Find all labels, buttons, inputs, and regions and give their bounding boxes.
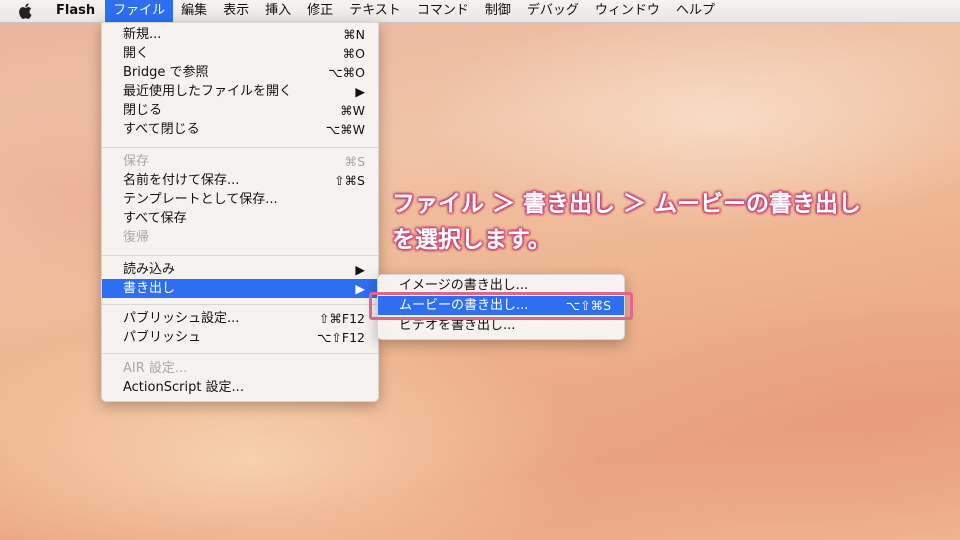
- menu-item-publish-settings[interactable]: パブリッシュ設定... ⇧⌘F12: [102, 309, 378, 328]
- shortcut: ⌘W: [340, 103, 365, 118]
- menu-help[interactable]: ヘルプ: [668, 0, 723, 22]
- menu-item-open-recent[interactable]: 最近使用したファイルを開く ▶: [102, 82, 378, 101]
- menu-edit[interactable]: 編集: [173, 0, 215, 22]
- shortcut: ⌥⌘O: [328, 65, 365, 80]
- menu-item-label: 新規...: [123, 27, 162, 42]
- menu-item-save: 保存 ⌘S: [102, 152, 378, 171]
- menu-item-air-settings: AIR 設定...: [102, 359, 378, 378]
- menu-separator: [102, 304, 378, 305]
- menu-file[interactable]: ファイル: [105, 0, 174, 22]
- menu-item-label: 名前を付けて保存...: [123, 173, 240, 188]
- shortcut: ⌘S: [344, 154, 365, 169]
- menu-item-label: Bridge で参照: [123, 65, 209, 80]
- menu-item-new[interactable]: 新規... ⌘N: [102, 25, 378, 44]
- menu-item-revert: 復帰: [102, 228, 378, 247]
- menu-item-browse-bridge[interactable]: Bridge で参照 ⌥⌘O: [102, 63, 378, 82]
- menu-control[interactable]: 制御: [477, 0, 519, 22]
- menu-item-close-all[interactable]: すべて閉じる ⌥⌘W: [102, 120, 378, 139]
- menu-insert[interactable]: 挿入: [257, 0, 299, 22]
- menu-view[interactable]: 表示: [215, 0, 257, 22]
- menu-bar: Flash ファイル 編集 表示 挿入 修正 テキスト コマンド 制御 デバッグ…: [0, 0, 960, 23]
- shortcut: ⌘O: [342, 46, 365, 61]
- instruction-caption-line2: を選択します。: [392, 227, 551, 253]
- menu-item-close[interactable]: 閉じる ⌘W: [102, 101, 378, 120]
- menu-separator: [102, 147, 378, 148]
- menu-item-publish[interactable]: パブリッシュ ⌥⇧F12: [102, 328, 378, 347]
- menu-item-actionscript-settings[interactable]: ActionScript 設定...: [102, 378, 378, 397]
- shortcut: ⌥⇧F12: [317, 330, 365, 345]
- menu-separator: [102, 255, 378, 256]
- menu-commands[interactable]: コマンド: [409, 0, 477, 22]
- file-menu: 新規... ⌘N 開く ⌘O Bridge で参照 ⌥⌘O 最近使用したファイルを開く…: [101, 22, 379, 402]
- menu-item-save-all[interactable]: すべて保存: [102, 209, 378, 228]
- shortcut: ⇧⌘S: [334, 173, 365, 188]
- menu-window[interactable]: ウィンドウ: [587, 0, 668, 22]
- shortcut: ⇧⌘F12: [318, 311, 365, 326]
- highlight-callout-box: [369, 292, 633, 320]
- menu-item-label: 保存: [123, 154, 150, 169]
- menu-item-label: 書き出し: [123, 281, 176, 296]
- menu-item-label: パブリッシュ: [123, 330, 202, 345]
- menu-item-label: すべて閉じる: [123, 122, 200, 137]
- submenu-arrow-icon: ▶: [355, 84, 365, 99]
- instruction-caption-line1: ファイル ＞ 書き出し ＞ ムービーの書き出し: [392, 191, 862, 217]
- menu-debug[interactable]: デバッグ: [519, 0, 587, 22]
- shortcut: ⌥⌘W: [325, 122, 365, 137]
- menu-item-label: AIR 設定...: [123, 361, 188, 376]
- menu-item-label: すべて保存: [123, 211, 187, 226]
- menu-item-label: 読み込み: [123, 262, 176, 277]
- menu-modify[interactable]: 修正: [299, 0, 341, 22]
- menu-item-label: パブリッシュ設定...: [123, 311, 240, 326]
- menu-item-save-as-template[interactable]: テンプレートとして保存...: [102, 190, 378, 209]
- menu-separator: [102, 353, 378, 354]
- menu-item-label: 閉じる: [123, 103, 163, 118]
- menu-item-label: 復帰: [123, 230, 150, 245]
- shortcut: ⌘N: [343, 27, 365, 42]
- menu-item-label: 開く: [123, 46, 150, 61]
- submenu-arrow-icon: ▶: [355, 281, 365, 296]
- apple-icon[interactable]: [18, 3, 34, 19]
- menu-item-save-as[interactable]: 名前を付けて保存... ⇧⌘S: [102, 171, 378, 190]
- menu-text[interactable]: テキスト: [341, 0, 409, 22]
- menu-item-export[interactable]: 書き出し ▶: [102, 279, 378, 298]
- menu-item-open[interactable]: 開く ⌘O: [102, 44, 378, 63]
- menu-item-label: ActionScript 設定...: [123, 380, 244, 395]
- menu-item-label: 最近使用したファイルを開く: [123, 84, 293, 99]
- menu-app-flash[interactable]: Flash: [46, 0, 105, 22]
- menu-item-import[interactable]: 読み込み ▶: [102, 260, 378, 279]
- menu-item-label: テンプレートとして保存...: [123, 192, 278, 207]
- submenu-arrow-icon: ▶: [355, 262, 365, 277]
